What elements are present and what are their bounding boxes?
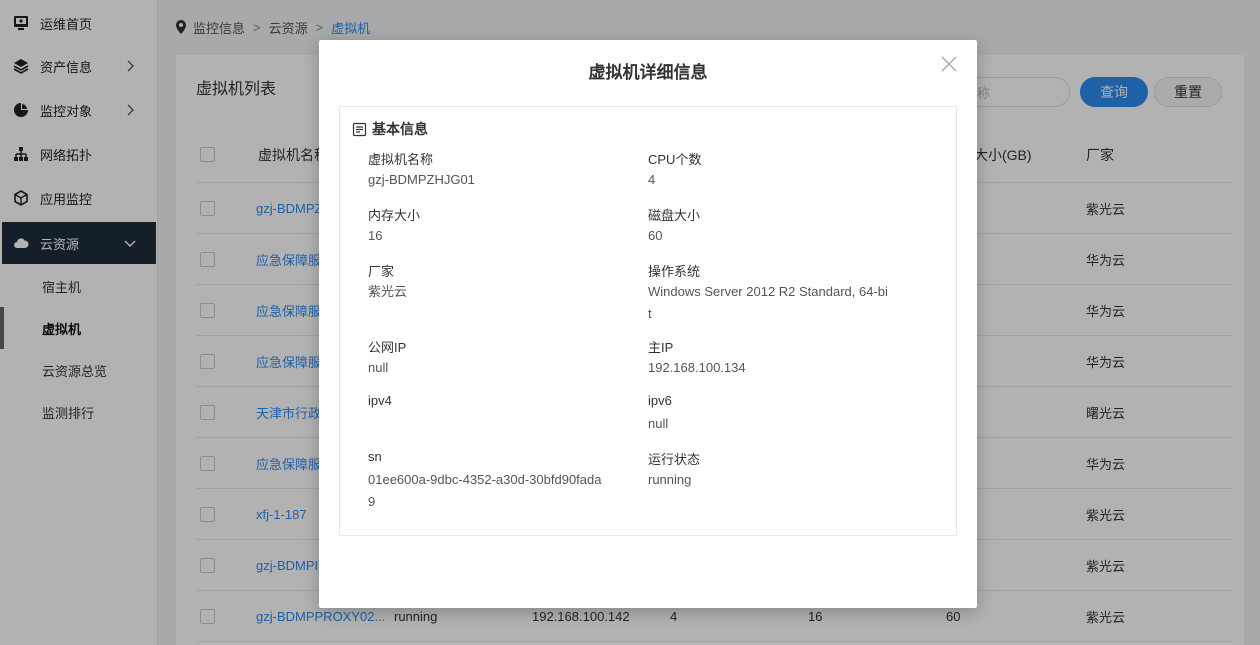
field-label-memory: 内存大小 — [368, 208, 421, 223]
field-label-ipv6: ipv6 — [648, 393, 672, 408]
field-label-ipv4: ipv4 — [368, 393, 392, 408]
modal-title: 虚拟机详细信息 — [588, 63, 708, 82]
field-value-memory: 16 — [368, 228, 383, 243]
section-title-text: 基本信息 — [372, 121, 428, 137]
field-label-vendor: 厂家 — [368, 264, 395, 279]
field-label-run-state: 运行状态 — [648, 452, 701, 467]
field-label-main-ip: 主IP — [648, 340, 674, 355]
basic-info-section: 基本信息 虚拟机名称 gzj-BDMPZHJG01 CPU个数 4 内存大小 1… — [339, 106, 957, 536]
field-value-disk: 60 — [648, 228, 663, 243]
field-label-disk: 磁盘大小 — [648, 208, 701, 223]
close-icon[interactable] — [939, 54, 959, 74]
field-value-run-state: running — [648, 472, 692, 487]
field-value-main-ip: 192.168.100.134 — [648, 360, 746, 375]
field-value-public-ip: null — [368, 360, 389, 375]
field-value-vendor: 紫光云 — [368, 284, 408, 299]
field-label-cpu: CPU个数 — [648, 152, 702, 167]
field-label-os: 操作系统 — [648, 264, 701, 279]
field-label-public-ip: 公网IP — [368, 340, 407, 355]
field-label-sn: sn — [368, 449, 382, 464]
document-icon — [352, 122, 367, 137]
field-value-ipv6: null — [648, 416, 669, 431]
field-value-cpu: 4 — [648, 172, 656, 187]
field-label-vm-name: 虚拟机名称 — [368, 152, 434, 167]
field-value-vm-name: gzj-BDMPZHJG01 — [368, 172, 475, 187]
section-title: 基本信息 — [352, 119, 428, 139]
field-value-os: Windows Server 2012 R2 Standard, 64-bit — [648, 284, 888, 321]
vm-detail-modal: 虚拟机详细信息 基本信息 虚拟机名称 gzj-BDMPZHJG01 CPU个数 … — [319, 40, 977, 608]
field-value-sn: 01ee600a-9dbc-4352-a30d-30bfd90fada9 — [368, 472, 602, 509]
